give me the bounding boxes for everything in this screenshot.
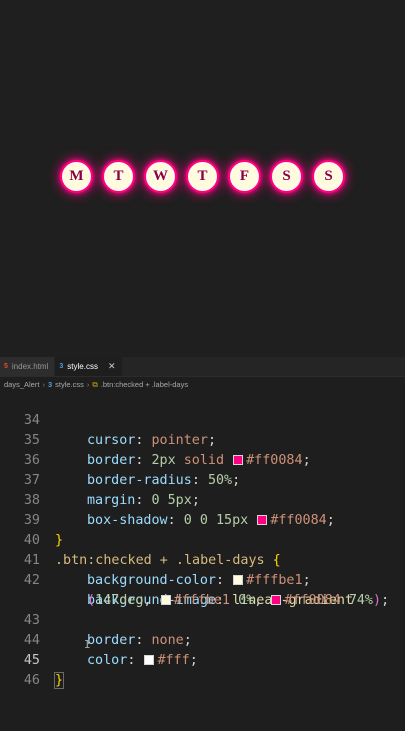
code-line: 42 background-image: linear-gradient — [0, 551, 405, 571]
code-line: 46 — [0, 651, 405, 671]
tab-label: style.css — [67, 362, 98, 371]
code-line: 37 margin: 0 5px; — [0, 451, 405, 471]
preview-area: M T W T F S S — [0, 0, 405, 357]
code-line: 40 .btn:checked + .label-days { — [0, 511, 405, 531]
closing-brace: } — [55, 673, 63, 688]
day-monday-button[interactable]: M — [60, 160, 93, 193]
line-number: 46 — [0, 671, 40, 691]
html5-icon: 5 — [4, 363, 8, 370]
code-line: 43 border: none; — [0, 591, 405, 611]
breadcrumb-symbol[interactable]: .btn:checked + .label-days — [101, 380, 188, 389]
tab-bar: 5 index.html 3 style.css ✕ — [0, 357, 405, 377]
tab-label: index.html — [12, 362, 48, 371]
breadcrumb: days_Alert › 3 style.css › ⧉ .btn:checke… — [0, 377, 405, 392]
code-line: 35 border: 2px solid #ff0084; — [0, 411, 405, 431]
code-line-current: 45 } I — [0, 631, 405, 651]
tab-index-html[interactable]: 5 index.html — [0, 357, 55, 376]
css3-icon: 3 — [48, 380, 52, 389]
code-line: 38 box-shadow: 0 0 15px #ff0084; — [0, 471, 405, 491]
day-wednesday-button[interactable]: W — [144, 160, 177, 193]
day-sunday-button[interactable]: S — [312, 160, 345, 193]
day-tuesday-button[interactable]: T — [102, 160, 135, 193]
breadcrumb-file[interactable]: style.css — [55, 380, 84, 389]
tab-style-css[interactable]: 3 style.css ✕ — [55, 357, 122, 376]
code-editor: 5 index.html 3 style.css ✕ days_Alert › … — [0, 357, 405, 720]
code-area[interactable]: 34 cursor: pointer; 35 border: 2px solid… — [0, 391, 405, 671]
code-line: 36 border-radius: 50%; — [0, 431, 405, 451]
css3-icon: 3 — [59, 363, 63, 370]
close-icon[interactable]: ✕ — [108, 361, 116, 372]
chevron-right-icon: › — [87, 380, 90, 389]
code-line: 34 cursor: pointer; — [0, 391, 405, 411]
day-friday-button[interactable]: F — [228, 160, 261, 193]
day-thursday-button[interactable]: T — [186, 160, 219, 193]
tab-bar-empty — [123, 357, 405, 376]
code-line: 41 background-color: #fffbe1; — [0, 531, 405, 551]
breadcrumb-folder[interactable]: days_Alert — [4, 380, 39, 389]
code-line: 44 color: #fff; — [0, 611, 405, 631]
code-line-wrapped: (147deg, #fffbe1 0%, #ff0084 74%); — [0, 571, 405, 591]
chevron-right-icon: › — [42, 380, 45, 389]
days-selector: M T W T F S S — [0, 160, 405, 196]
day-saturday-button[interactable]: S — [270, 160, 303, 193]
code-line: 39 } — [0, 491, 405, 511]
symbol-icon: ⧉ — [92, 380, 97, 390]
